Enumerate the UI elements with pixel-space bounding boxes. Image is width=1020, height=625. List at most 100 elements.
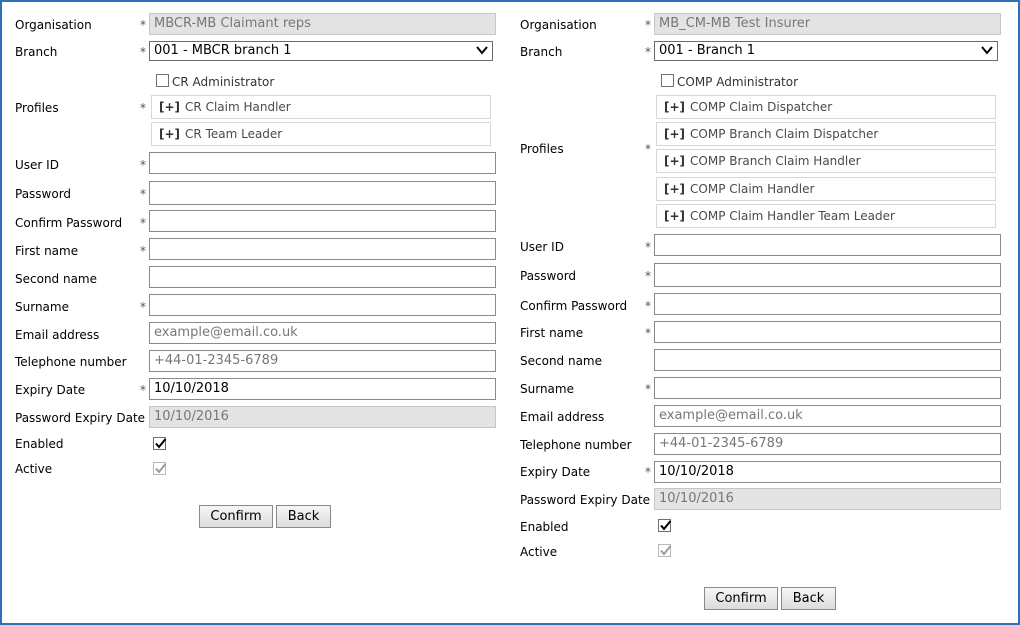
surname-input[interactable] [149,294,496,316]
expand-icon[interactable]: [+] [664,127,685,141]
user-id-label: User ID [15,158,59,172]
expand-icon[interactable]: [+] [159,100,180,114]
branch-select-value: 001 - Branch 1 [659,43,756,58]
first-name-label: First name [520,326,584,340]
profile-item[interactable]: [+] COMP Branch Claim Handler [656,149,996,173]
branch-select-value: 001 - MBCR branch 1 [154,43,292,58]
telephone-input[interactable]: +44-01-2345-6789 [654,433,1001,455]
branch-select[interactable]: 001 - MBCR branch 1 [149,41,493,61]
checkmark-icon [660,520,672,531]
first-name-label: First name [15,244,79,258]
organisation-field: MB_CM-MB Test Insurer [654,13,1001,35]
expiry-date-label: Expiry Date [520,465,591,479]
profile-label: CR Team Leader [185,127,283,141]
confirm-password-input[interactable] [149,210,496,232]
confirm-button[interactable]: Confirm [199,505,273,528]
required-mark: * [645,142,651,156]
password-expiry-field: 10/10/2016 [149,406,496,428]
checkmark-icon [155,463,167,474]
organisation-label: Organisation [520,18,597,32]
profile-item[interactable]: [+] COMP Claim Dispatcher [656,95,996,119]
user-id-input[interactable] [149,152,496,174]
profile-label: COMP Branch Claim Handler [690,154,861,168]
password-expiry-field: 10/10/2016 [654,488,1001,510]
required-mark: * [140,101,146,115]
password-input[interactable] [654,263,1001,287]
expand-icon[interactable]: [+] [664,182,685,196]
required-mark: * [140,45,146,59]
profile-label: COMP Claim Handler [690,182,815,196]
organisation-label: Organisation [15,18,92,32]
second-name-input[interactable] [654,349,1001,371]
back-button[interactable]: Back [276,505,331,528]
profile-label: COMP Claim Dispatcher [690,100,833,114]
chevron-down-icon [981,46,993,55]
surname-label: Surname [520,382,574,396]
required-mark: * [645,269,651,283]
profile-label: COMP Claim Handler Team Leader [690,209,895,223]
required-mark: * [645,382,651,396]
profiles-label: Profiles [15,101,59,115]
comp-administrator-checkbox[interactable] [661,74,674,87]
email-input[interactable]: example@email.co.uk [654,405,1001,427]
branch-label: Branch [15,45,58,59]
surname-label: Surname [15,300,69,314]
required-mark: * [645,465,651,479]
first-name-input[interactable] [149,238,496,260]
profile-item[interactable]: [+] CR Team Leader [151,122,491,146]
comp-administrator-label: COMP Administrator [677,75,799,89]
expiry-date-label: Expiry Date [15,383,86,397]
required-mark: * [645,326,651,340]
email-input[interactable]: example@email.co.uk [149,322,496,344]
second-name-label: Second name [520,354,603,368]
enabled-label: Enabled [520,520,569,534]
back-button[interactable]: Back [781,587,836,610]
surname-input[interactable] [654,377,1001,399]
right-user-form: Organisation * MB_CM-MB Test Insurer Bra… [507,2,1007,623]
telephone-label: Telephone number [15,355,127,369]
expiry-date-input[interactable]: 10/10/2018 [654,461,1001,483]
active-label: Active [520,545,558,559]
profile-item[interactable]: [+] CR Claim Handler [151,95,491,119]
profile-item[interactable]: [+] COMP Claim Handler Team Leader [656,204,996,228]
expand-icon[interactable]: [+] [159,127,180,141]
enabled-checkbox[interactable] [658,519,672,532]
telephone-input[interactable]: +44-01-2345-6789 [149,350,496,372]
user-id-label: User ID [520,240,564,254]
first-name-input[interactable] [654,321,1001,343]
profile-item[interactable]: [+] COMP Claim Handler [656,177,996,201]
checkmark-icon [155,438,167,449]
cr-administrator-checkbox[interactable] [156,74,169,87]
required-mark: * [140,158,146,172]
confirm-button[interactable]: Confirm [704,587,778,610]
password-expiry-label: Password Expiry Date [15,411,146,425]
password-input[interactable] [149,181,496,205]
enabled-checkbox[interactable] [153,437,167,450]
confirm-password-input[interactable] [654,293,1001,315]
profile-item[interactable]: [+] COMP Branch Claim Dispatcher [656,122,996,146]
expand-icon[interactable]: [+] [664,100,685,114]
chevron-down-icon [476,46,488,55]
expand-icon[interactable]: [+] [664,154,685,168]
required-mark: * [140,187,146,201]
required-mark: * [140,300,146,314]
required-mark: * [140,216,146,230]
required-mark: * [645,45,651,59]
dialog-frame: Organisation * MBCR-MB Claimant reps Bra… [0,0,1020,625]
expand-icon[interactable]: [+] [664,209,685,223]
branch-select[interactable]: 001 - Branch 1 [654,41,998,61]
expiry-date-input[interactable]: 10/10/2018 [149,378,496,400]
required-mark: * [140,18,146,32]
user-id-input[interactable] [654,234,1001,256]
telephone-label: Telephone number [520,438,632,452]
required-mark: * [645,299,651,313]
second-name-label: Second name [15,272,98,286]
enabled-label: Enabled [15,437,64,451]
profile-label: COMP Branch Claim Dispatcher [690,127,879,141]
password-label: Password [520,269,577,283]
active-checkbox [658,544,672,557]
email-label: Email address [520,410,605,424]
second-name-input[interactable] [149,266,496,288]
organisation-field: MBCR-MB Claimant reps [149,13,496,35]
email-label: Email address [15,328,100,342]
